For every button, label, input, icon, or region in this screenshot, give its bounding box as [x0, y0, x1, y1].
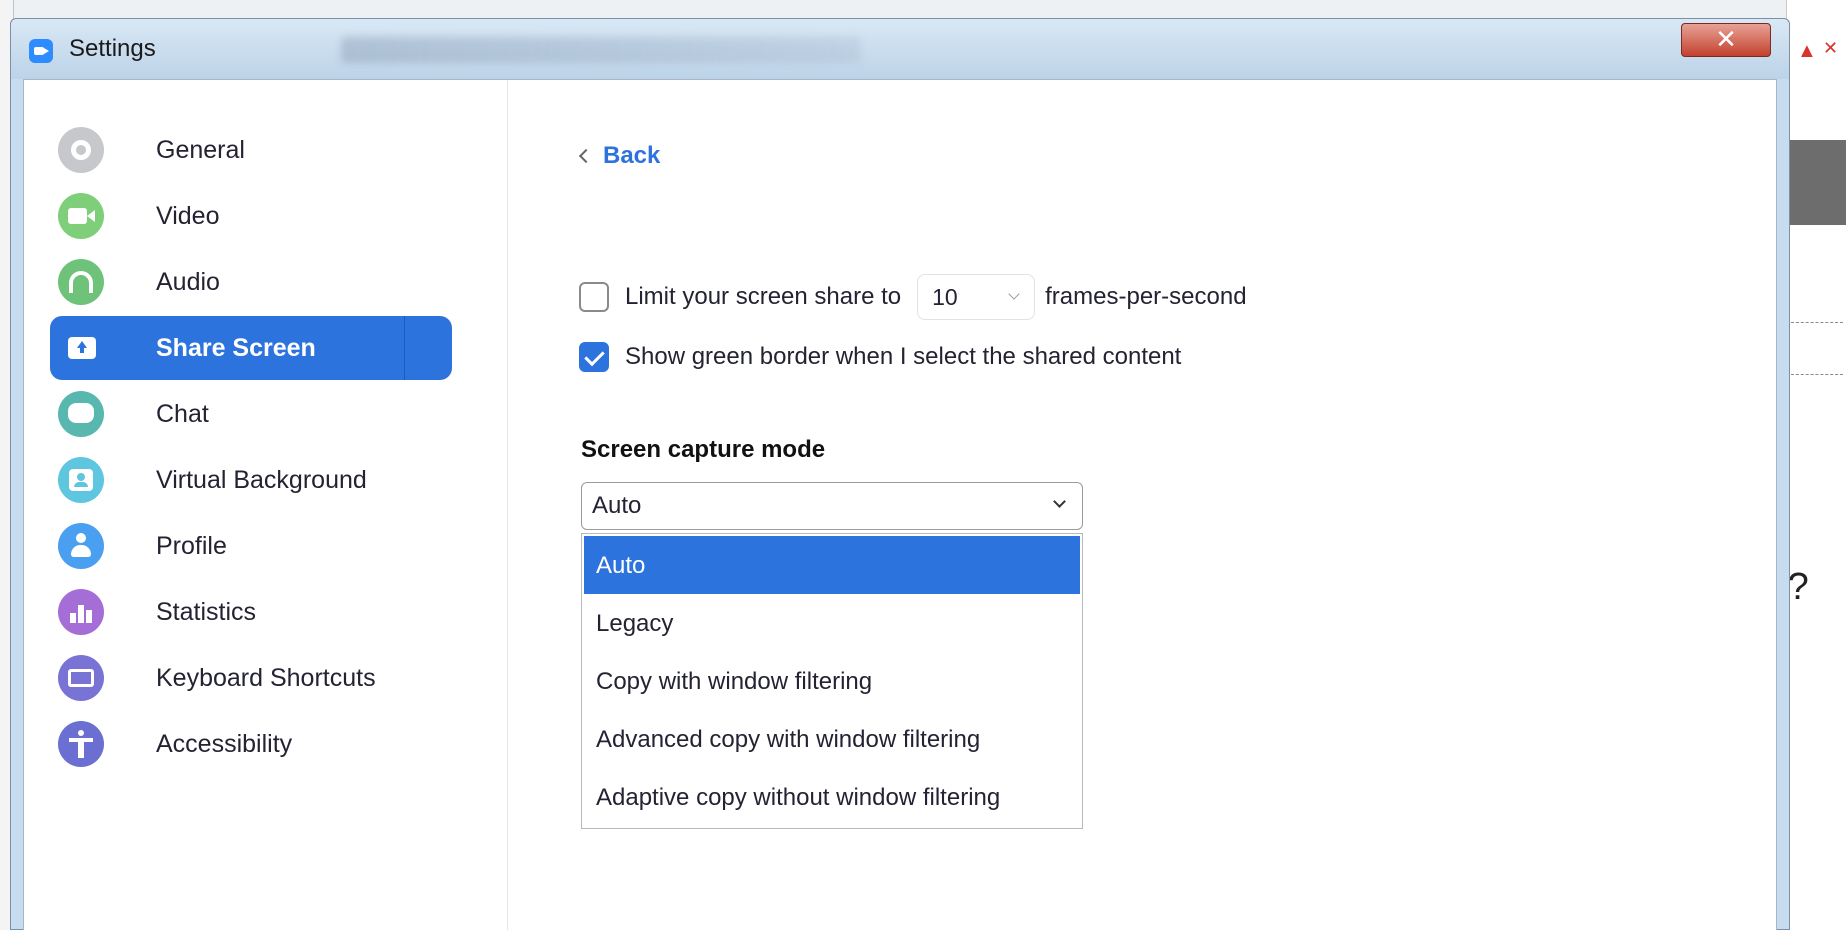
sidebar-item-label: Chat	[156, 400, 209, 428]
sidebar-item-chat[interactable]: Chat	[50, 382, 452, 446]
sidebar-item-statistics[interactable]: Statistics	[50, 580, 452, 644]
sidebar-item-label: General	[156, 136, 245, 164]
sidebar-item-general[interactable]: General	[50, 118, 452, 182]
gear-icon	[58, 127, 104, 173]
accessibility-icon	[58, 721, 104, 767]
close-icon: ✕	[1715, 24, 1737, 54]
settings-panel: General Video Audio Share Screen Chat Vi…	[23, 79, 1777, 930]
divider	[1791, 322, 1843, 323]
sidebar-item-label: Keyboard Shortcuts	[156, 664, 376, 692]
green-border-label: Show green border when I select the shar…	[625, 343, 1182, 370]
sidebar-item-label: Virtual Background	[156, 466, 367, 494]
dropdown-option-copy-with-filtering[interactable]: Copy with window filtering	[584, 652, 1080, 710]
warning-icon: ▲	[1797, 40, 1817, 62]
share-screen-icon	[58, 325, 104, 371]
sidebar-item-share-screen[interactable]: Share Screen	[50, 316, 452, 380]
back-link[interactable]: Back	[578, 142, 661, 170]
settings-window: Settings ✕ General Video Audio Share Scr…	[10, 18, 1790, 930]
background-window-strip	[0, 0, 1846, 20]
sidebar-item-label: Video	[156, 202, 220, 230]
dropdown-option-adaptive-copy[interactable]: Adaptive copy without window filtering	[584, 768, 1080, 826]
sidebar-item-label: Share Screen	[156, 334, 316, 362]
sidebar-item-accessibility[interactable]: Accessibility	[50, 712, 452, 776]
limit-fps-label: Limit your screen share to	[625, 283, 902, 310]
keyboard-icon	[58, 655, 104, 701]
sidebar-item-profile[interactable]: Profile	[50, 514, 452, 578]
background-window-right: ▲ ✕	[1786, 0, 1846, 930]
fps-select[interactable]: 10	[917, 274, 1036, 320]
chat-bubble-icon	[58, 391, 104, 437]
limit-fps-checkbox[interactable]	[579, 282, 609, 312]
divider	[1791, 374, 1843, 375]
bar-chart-icon	[58, 589, 104, 635]
title-bar[interactable]: Settings ✕	[11, 19, 1789, 79]
back-label: Back	[603, 142, 661, 169]
limit-fps-row: Limit your screen share to 10 frames-per…	[579, 274, 1247, 320]
close-button[interactable]: ✕	[1681, 23, 1771, 57]
dropdown-option-legacy[interactable]: Legacy	[584, 594, 1080, 652]
settings-sidebar: General Video Audio Share Screen Chat Vi…	[24, 80, 508, 930]
divider	[404, 316, 405, 380]
sidebar-item-video[interactable]: Video	[50, 184, 452, 248]
virtual-background-icon	[58, 457, 104, 503]
headphones-icon	[58, 259, 104, 305]
dropdown-option-advanced-copy[interactable]: Advanced copy with window filtering	[584, 710, 1080, 768]
capture-mode-select[interactable]: Auto	[581, 482, 1083, 530]
green-border-row: Show green border when I select the shar…	[579, 342, 1181, 372]
fps-value: 10	[932, 284, 958, 310]
sidebar-item-audio[interactable]: Audio	[50, 250, 452, 314]
sidebar-item-label: Profile	[156, 532, 227, 560]
blurred-background-title	[341, 37, 861, 63]
sidebar-item-label: Statistics	[156, 598, 257, 626]
window-title: Settings	[69, 35, 156, 62]
video-camera-icon	[58, 193, 104, 239]
sidebar-item-keyboard-shortcuts[interactable]: Keyboard Shortcuts	[50, 646, 452, 710]
sidebar-item-label: Accessibility	[156, 730, 293, 758]
chevron-left-icon	[578, 148, 594, 164]
sidebar-item-label: Audio	[156, 268, 220, 296]
chevron-down-icon	[1053, 495, 1066, 508]
dropdown-option-auto[interactable]: Auto	[584, 536, 1080, 594]
fps-unit-label: frames-per-second	[1045, 283, 1247, 310]
share-screen-settings: Back Limit your screen share to 10 frame…	[509, 80, 1777, 930]
chevron-down-icon	[1008, 288, 1020, 300]
profile-icon	[58, 523, 104, 569]
close-icon: ✕	[1823, 38, 1839, 58]
zoom-app-icon	[29, 39, 53, 63]
capture-mode-title: Screen capture mode	[581, 436, 826, 463]
capture-mode-dropdown: Auto Legacy Copy with window filtering A…	[581, 533, 1083, 829]
green-border-checkbox[interactable]	[579, 342, 609, 372]
background-thumbnail	[1787, 140, 1846, 225]
capture-mode-value: Auto	[592, 492, 642, 519]
sidebar-item-virtual-background[interactable]: Virtual Background	[50, 448, 452, 512]
